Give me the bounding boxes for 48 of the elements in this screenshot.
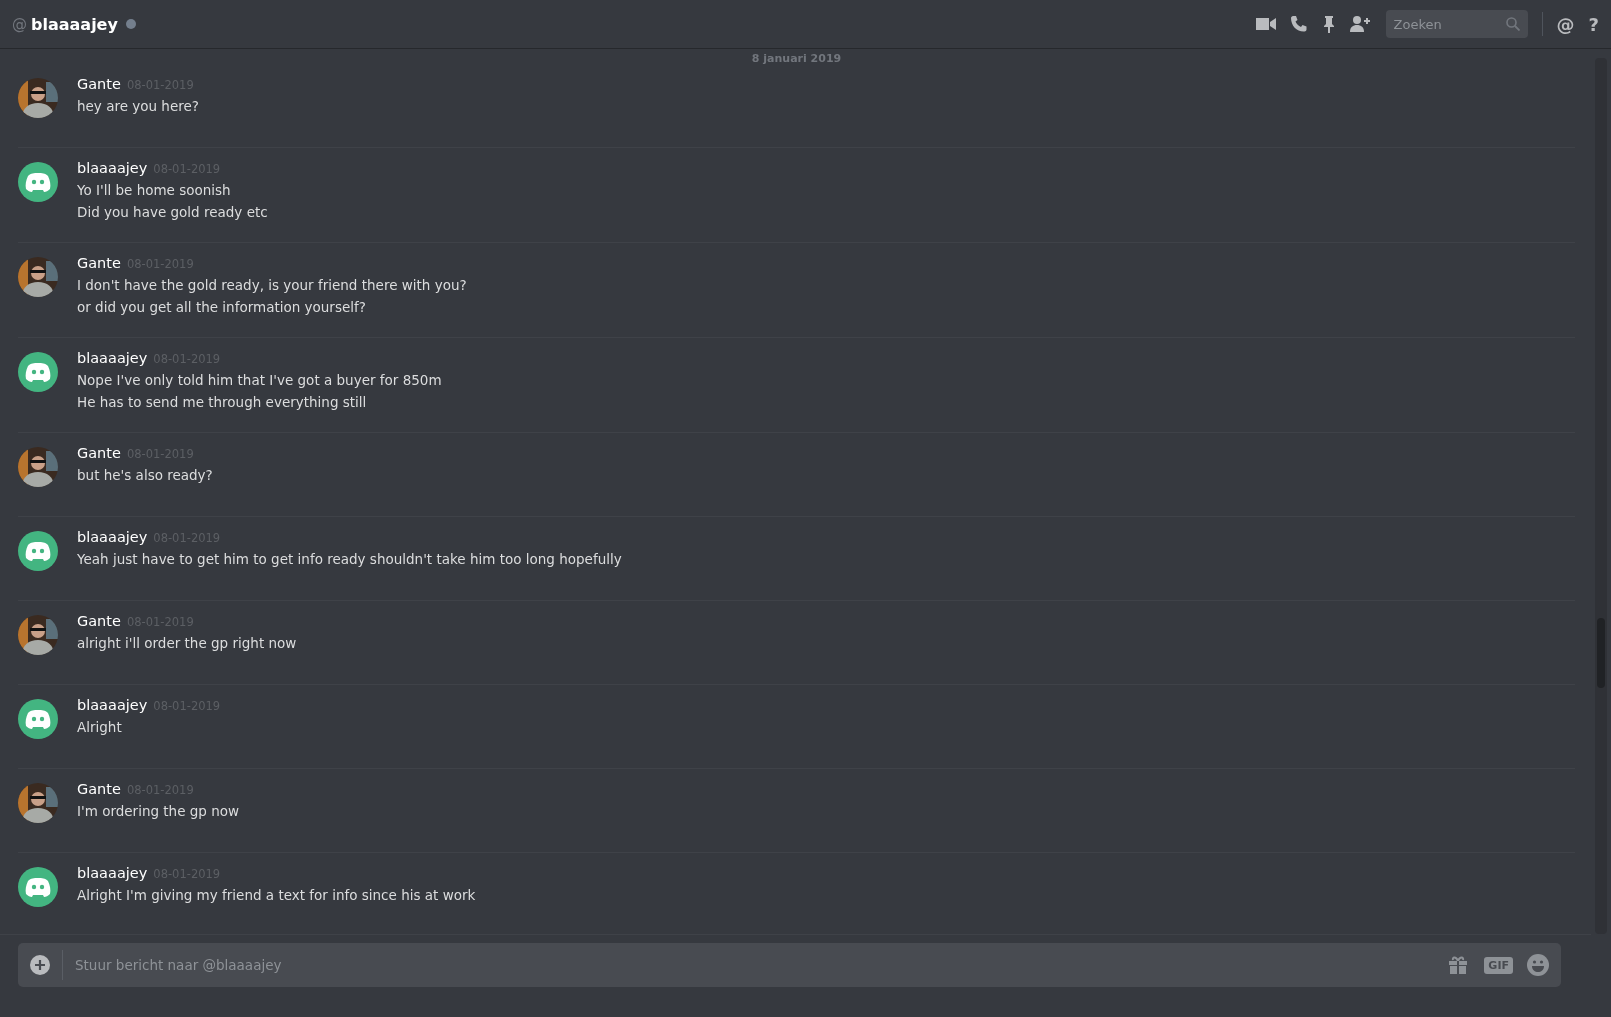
video-camera-icon[interactable]: [1255, 17, 1276, 31]
default-avatar-icon[interactable]: [18, 867, 58, 907]
mentions-button[interactable]: @: [1556, 13, 1575, 35]
message-text: Yeah just have to get him to get info ready shouldn't take him too long hopefully: [77, 550, 622, 569]
author-name[interactable]: blaaaajey: [77, 529, 148, 545]
user-avatar[interactable]: [18, 257, 58, 297]
author-name[interactable]: Gante: [77, 613, 121, 629]
author-name[interactable]: blaaaajey: [77, 865, 148, 881]
message-text: I'm ordering the gp now: [77, 802, 240, 821]
author-name[interactable]: blaaaajey: [77, 160, 148, 176]
message-text: hey are you here?: [77, 97, 199, 116]
default-avatar-icon[interactable]: [18, 699, 58, 739]
message-text: He has to send me through everything still: [77, 393, 368, 412]
user-avatar[interactable]: [18, 615, 58, 655]
user-avatar[interactable]: [18, 78, 58, 118]
add-attachment-icon[interactable]: [30, 955, 50, 975]
message-text: I don't have the gold ready, is your friend there with you?: [77, 276, 467, 295]
message-text: Alright: [77, 718, 123, 737]
search-field[interactable]: Zoeken: [1385, 10, 1528, 38]
emoji-icon[interactable]: [1527, 954, 1549, 976]
user-avatar[interactable]: [18, 447, 58, 487]
user-avatar[interactable]: [18, 783, 58, 823]
default-avatar-icon[interactable]: [18, 352, 58, 392]
author-name[interactable]: Gante: [77, 445, 121, 461]
author-name[interactable]: Gante: [77, 76, 121, 92]
default-avatar-icon[interactable]: [18, 531, 58, 571]
gift-icon[interactable]: [1448, 955, 1469, 975]
channel-title: blaaaajey: [31, 14, 118, 34]
message-text: alright i'll order the gp right now: [77, 634, 297, 653]
message-text: Alright I'm giving my friend a text for info since his at work: [77, 886, 476, 905]
message-text: Yo I'll be home soonish: [77, 181, 232, 200]
date-divider: 8 januari 2019: [751, 52, 842, 65]
author-name[interactable]: Gante: [77, 255, 121, 271]
author-name[interactable]: blaaaajey: [77, 697, 148, 713]
pin-icon[interactable]: [1321, 15, 1336, 33]
phone-icon[interactable]: [1289, 15, 1308, 33]
status-dot: [125, 19, 136, 29]
message-text: Nope I've only told him that I've got a buyer for 850m: [77, 371, 442, 390]
add-friend-icon[interactable]: [1349, 15, 1372, 33]
author-name[interactable]: Gante: [77, 781, 121, 797]
message-text: but he's also ready?: [77, 466, 213, 485]
help-button[interactable]: ?: [1588, 13, 1599, 35]
message-text: Did you have gold ready etc: [77, 203, 268, 222]
author-name[interactable]: blaaaajey: [77, 350, 148, 366]
search-icon: [1505, 17, 1520, 31]
default-avatar-icon[interactable]: [18, 162, 58, 202]
at-sign: @: [12, 15, 27, 33]
message-text: or did you get all the information yourself?: [77, 298, 367, 317]
